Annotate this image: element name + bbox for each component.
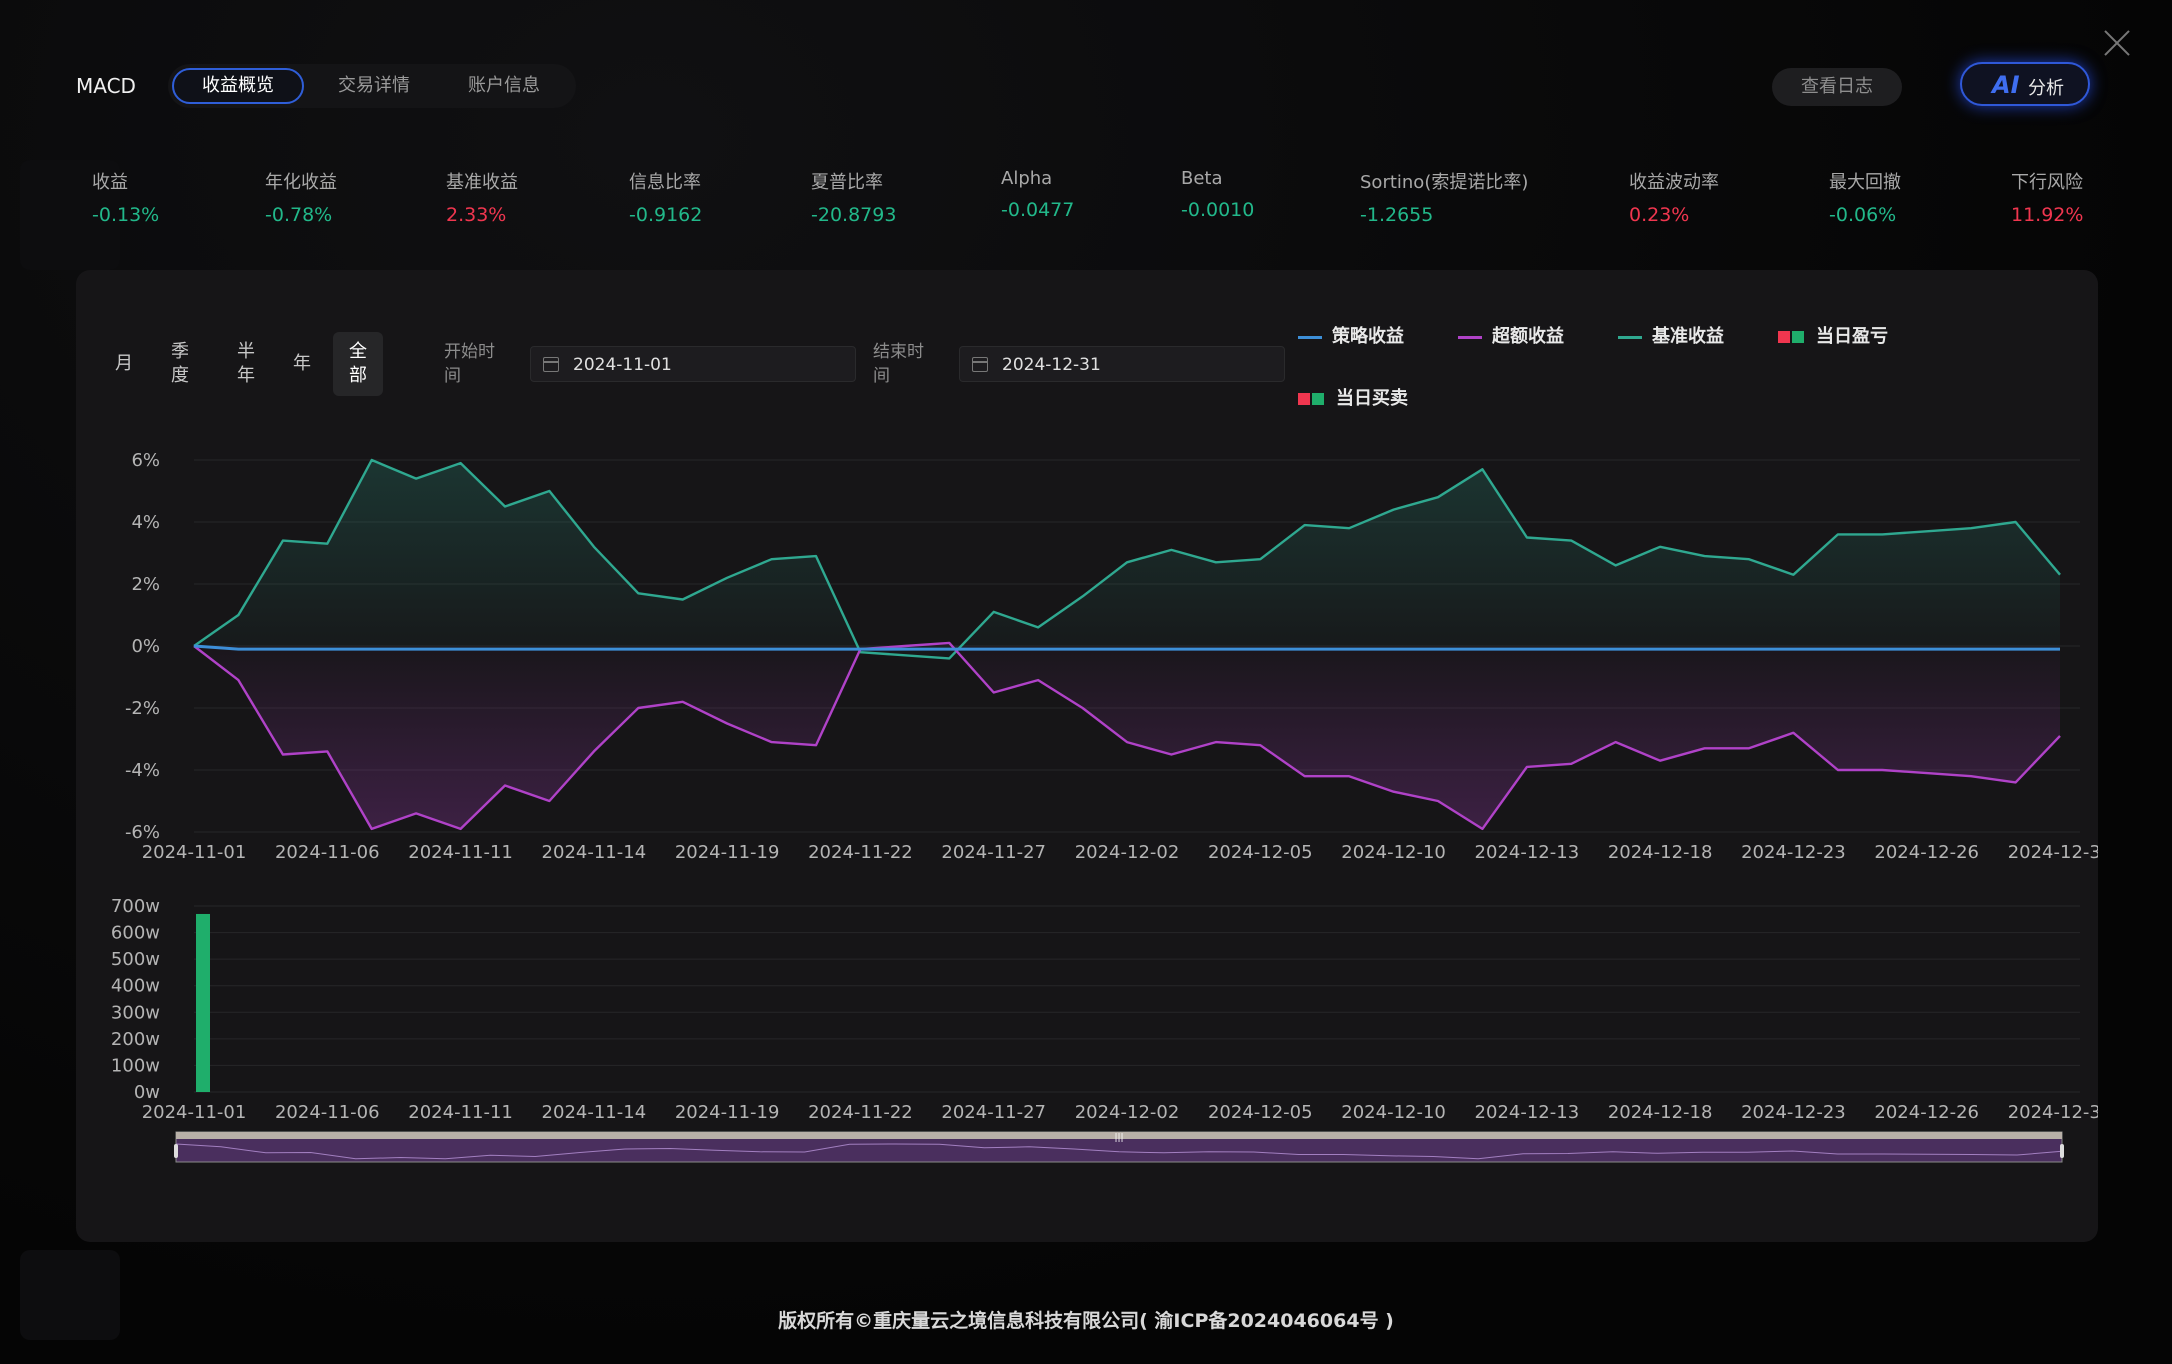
- x-tick-label: 2024-11-01: [142, 842, 247, 863]
- x-tick-label: 2024-12-31: [2008, 842, 2098, 863]
- metric-name: Alpha: [1001, 168, 1053, 189]
- x-tick-label: 2024-11-06: [275, 842, 380, 863]
- view-log-button[interactable]: 查看日志: [1772, 68, 1902, 106]
- x-tick-label: 2024-11-14: [542, 1102, 647, 1123]
- x-tick-label: 2024-12-10: [1341, 842, 1446, 863]
- metric-item: 收益波动率 0.23%: [1629, 168, 1719, 226]
- volume-bar: [196, 913, 210, 1092]
- zoom-slider-right-handle[interactable]: [2060, 1144, 2064, 1158]
- metric-item: 收益 -0.13%: [92, 168, 159, 226]
- x-tick-label: 2024-12-31: [2008, 1102, 2098, 1123]
- metric-value: 2.33%: [446, 204, 507, 226]
- metric-value: -0.13%: [92, 204, 160, 226]
- zoom-slider-left-handle[interactable]: [174, 1144, 178, 1158]
- metric-value: 11.92%: [2011, 204, 2084, 226]
- y-tick-label: 200w: [111, 1029, 160, 1050]
- series-area: [194, 642, 2060, 829]
- y-tick-label: 500w: [111, 949, 160, 970]
- metric-item: Beta -0.0010: [1181, 168, 1254, 221]
- tab-overview[interactable]: 收益概览: [172, 68, 304, 104]
- metric-value: -0.0010: [1181, 199, 1255, 221]
- metric-item: 下行风险 11.92%: [2011, 168, 2083, 226]
- ai-analysis-label: 分析: [2028, 78, 2064, 99]
- metric-value: -0.9162: [629, 204, 703, 226]
- returns-chart: 6%4%2%0%-2%-4%-6%2024-11-01 2024-11-06 202…: [111, 450, 2098, 1163]
- y-tick-label: 0w: [134, 1082, 160, 1103]
- y-tick-label: 4%: [131, 512, 160, 533]
- x-tick-label: 2024-11-19: [675, 1102, 780, 1123]
- metric-name: 最大回撤: [1829, 172, 1901, 193]
- series-area: [194, 460, 2060, 659]
- y-tick-label: 400w: [111, 976, 160, 997]
- metric-name: 信息比率: [629, 172, 701, 193]
- metric-name: 下行风险: [2011, 172, 2083, 193]
- x-tick-label: 2024-11-11: [408, 1102, 513, 1123]
- tab-account-info[interactable]: 账户信息: [444, 68, 564, 104]
- x-tick-label: 2024-12-02: [1075, 842, 1180, 863]
- y-tick-label: -4%: [125, 760, 160, 781]
- x-tick-label: 2024-12-23: [1741, 842, 1846, 863]
- x-tick-label: 2024-12-05: [1208, 1102, 1313, 1123]
- x-tick-label: 2024-12-05: [1208, 842, 1313, 863]
- chart-panel: 月 季度 半年 年 全部 开始时间 2024-11-01 结束时间 2024-1…: [76, 270, 2098, 1242]
- metric-item: Sortino(索提诺比率) -1.2655: [1360, 168, 1528, 226]
- x-tick-label: 2024-11-19: [675, 842, 780, 863]
- metric-name: 收益: [92, 172, 128, 193]
- x-tick-label: 2024-11-01: [142, 1102, 247, 1123]
- x-tick-label: 2024-11-27: [941, 1102, 1046, 1123]
- x-tick-label: 2024-11-22: [808, 842, 913, 863]
- metric-name: 夏普比率: [811, 172, 883, 193]
- ai-analysis-button[interactable]: AI 分析: [1960, 62, 2090, 106]
- metric-value: -1.2655: [1360, 204, 1434, 226]
- metric-name: Beta: [1181, 168, 1223, 189]
- y-tick-label: 600w: [111, 923, 160, 944]
- x-tick-label: 2024-11-14: [542, 842, 647, 863]
- ai-icon: AI: [1992, 71, 2020, 99]
- metric-value: 0.23%: [1629, 204, 1690, 226]
- copyright-footer: 版权所有©重庆量云之境信息科技有限公司( 渝ICP备2024046064号 ): [778, 1310, 1394, 1332]
- x-tick-label: 2024-12-18: [1608, 842, 1713, 863]
- y-tick-label: 100w: [111, 1055, 160, 1076]
- y-tick-label: 6%: [131, 450, 160, 471]
- x-tick-label: 2024-12-13: [1475, 1102, 1580, 1123]
- tab-trade-detail[interactable]: 交易详情: [314, 68, 434, 104]
- x-tick-label: 2024-12-10: [1341, 1102, 1446, 1123]
- x-tick-label: 2024-12-26: [1874, 842, 1979, 863]
- metric-item: 年化收益 -0.78%: [265, 168, 337, 226]
- metric-item: 信息比率 -0.9162: [629, 168, 702, 226]
- metric-item: 基准收益 2.33%: [446, 168, 518, 226]
- x-tick-label: 2024-11-22: [808, 1102, 913, 1123]
- metric-item: 夏普比率 -20.8793: [811, 168, 896, 226]
- tab-bar: 收益概览 交易详情 账户信息: [168, 64, 576, 108]
- y-tick-label: 300w: [111, 1002, 160, 1023]
- x-tick-label: 2024-12-23: [1741, 1102, 1846, 1123]
- metric-value: -0.78%: [265, 204, 333, 226]
- x-tick-label: 2024-12-02: [1075, 1102, 1180, 1123]
- zoom-slider-grip-icon[interactable]: |||: [1114, 1133, 1123, 1143]
- metric-name: 收益波动率: [1629, 172, 1719, 193]
- metric-item: Alpha -0.0477: [1001, 168, 1074, 221]
- y-tick-label: -6%: [125, 822, 160, 843]
- x-tick-label: 2024-12-18: [1608, 1102, 1713, 1123]
- x-tick-label: 2024-11-27: [941, 842, 1046, 863]
- close-icon[interactable]: [2100, 26, 2134, 60]
- metric-name: 基准收益: [446, 172, 518, 193]
- metric-name: 年化收益: [265, 172, 337, 193]
- y-tick-label: 2%: [131, 574, 160, 595]
- metric-item: 最大回撤 -0.06%: [1829, 168, 1901, 226]
- y-tick-label: 700w: [111, 896, 160, 917]
- metric-value: -0.0477: [1001, 199, 1075, 221]
- strategy-name: MACD: [76, 74, 136, 98]
- y-tick-label: 0%: [131, 636, 160, 657]
- metric-value: -0.06%: [1829, 204, 1897, 226]
- metric-name: Sortino(索提诺比率): [1360, 172, 1529, 193]
- x-tick-label: 2024-11-11: [408, 842, 513, 863]
- x-tick-label: 2024-12-26: [1874, 1102, 1979, 1123]
- x-tick-label: 2024-11-06: [275, 1102, 380, 1123]
- x-tick-label: 2024-12-13: [1475, 842, 1580, 863]
- y-tick-label: -2%: [125, 698, 160, 719]
- metric-value: -20.8793: [811, 204, 897, 226]
